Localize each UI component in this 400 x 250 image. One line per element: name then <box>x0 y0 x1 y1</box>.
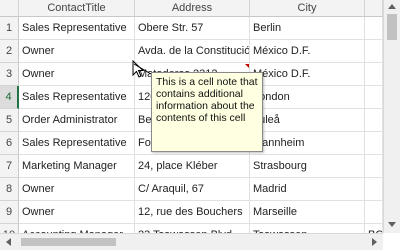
table-cell[interactable]: Luleå <box>250 109 365 132</box>
cell-note-indicator <box>245 64 249 68</box>
table-cell[interactable] <box>365 132 383 155</box>
row-header[interactable]: 4 <box>0 86 19 109</box>
table-cell[interactable] <box>365 201 383 224</box>
table-cell[interactable] <box>365 178 383 201</box>
scroll-down-arrow-icon[interactable] <box>388 222 396 227</box>
table-cell[interactable]: México D.F. <box>250 40 365 63</box>
column-header[interactable] <box>365 0 383 17</box>
table-cell[interactable]: Avda. de la Constitución 2222 <box>135 40 250 63</box>
row-header[interactable]: 8 <box>0 178 19 201</box>
table-cell[interactable]: Order Administrator <box>19 109 135 132</box>
table-cell[interactable]: Strasbourg <box>250 155 365 178</box>
scroll-up-arrow-icon[interactable] <box>388 4 396 9</box>
table-cell[interactable] <box>365 86 383 109</box>
horizontal-scrollbar[interactable] <box>0 233 383 250</box>
table-cell[interactable]: Owner <box>19 63 135 86</box>
cell-note-text: This is a cell note that contains additi… <box>156 76 258 124</box>
table-cell[interactable] <box>365 17 383 40</box>
row-header[interactable]: 6 <box>0 132 19 155</box>
row-header[interactable]: 3 <box>0 63 19 86</box>
row-header[interactable]: 9 <box>0 201 19 224</box>
table-cell[interactable] <box>365 155 383 178</box>
scroll-left-arrow-icon[interactable] <box>6 238 11 246</box>
column-header[interactable]: City <box>250 0 365 17</box>
column-header[interactable]: Address <box>135 0 250 17</box>
row-header[interactable]: 7 <box>0 155 19 178</box>
table-cell[interactable]: C/ Araquil, 67 <box>135 178 250 201</box>
table-cell[interactable]: Sales Representative <box>19 17 135 40</box>
horizontal-scrollbar-thumb[interactable] <box>21 238 116 246</box>
table-cell[interactable]: Sales Representative <box>19 132 135 155</box>
table-cell[interactable]: Owner <box>19 201 135 224</box>
table-cell[interactable]: London <box>250 86 365 109</box>
cell-note-tooltip: This is a cell note that contains additi… <box>151 72 263 152</box>
vertical-scrollbar[interactable] <box>383 0 400 233</box>
select-all-corner[interactable] <box>0 0 19 17</box>
table-cell[interactable]: Obere Str. 57 <box>135 17 250 40</box>
vertical-scrollbar-thumb[interactable] <box>387 14 397 40</box>
table-cell[interactable]: Owner <box>19 178 135 201</box>
row-header[interactable]: 5 <box>0 109 19 132</box>
table-cell[interactable] <box>365 40 383 63</box>
table-cell[interactable]: Mannheim <box>250 132 365 155</box>
table-cell[interactable]: Sales Representative <box>19 86 135 109</box>
table-cell[interactable] <box>365 63 383 86</box>
table-cell[interactable]: Madrid <box>250 178 365 201</box>
table-cell[interactable]: 24, place Kléber <box>135 155 250 178</box>
column-header[interactable]: ContactTitle <box>19 0 135 17</box>
table-cell[interactable]: 12, rue des Bouchers <box>135 201 250 224</box>
table-cell[interactable]: Berlin <box>250 17 365 40</box>
table-cell[interactable]: Marseille <box>250 201 365 224</box>
scroll-right-arrow-icon[interactable] <box>372 238 377 246</box>
mouse-pointer-icon <box>132 60 145 78</box>
table-cell[interactable]: Owner <box>19 40 135 63</box>
table-cell[interactable] <box>365 109 383 132</box>
row-header[interactable]: 2 <box>0 40 19 63</box>
table-cell[interactable]: Marketing Manager <box>19 155 135 178</box>
row-header[interactable]: 1 <box>0 17 19 40</box>
table-cell[interactable]: México D.F. <box>250 63 365 86</box>
